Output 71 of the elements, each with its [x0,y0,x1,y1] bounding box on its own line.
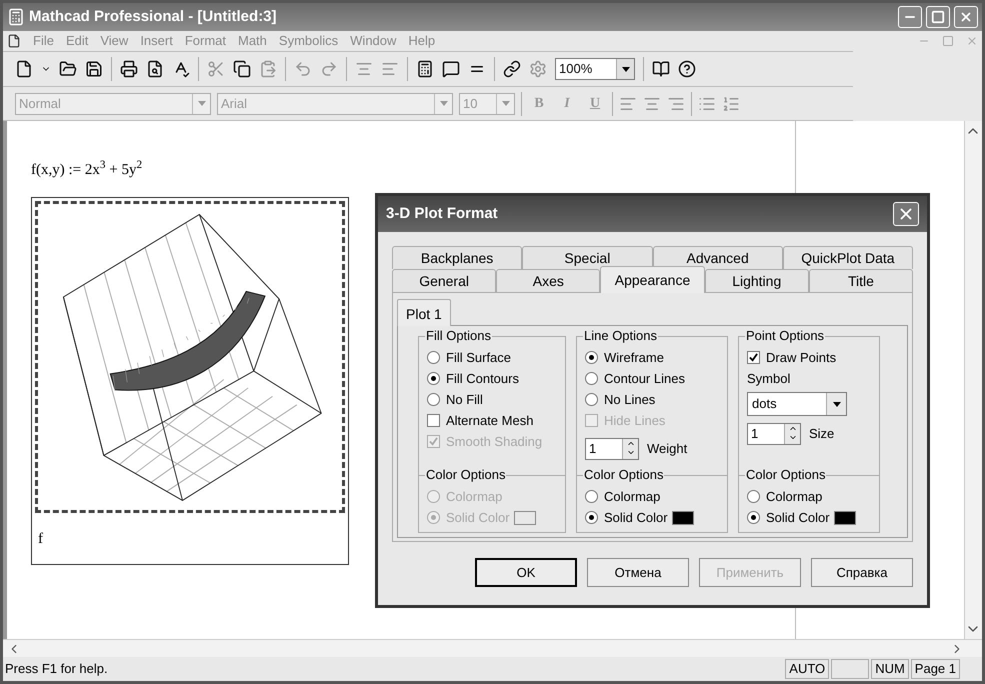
dialog-button[interactable]: Отмена [587,558,689,587]
spin-label: Weight [647,440,688,458]
status-panel: Page 1 [910,659,960,679]
symbol-label: Symbol [747,370,792,388]
new-file-icon[interactable] [15,60,33,78]
app-logo-icon [7,8,25,26]
radio-option[interactable]: Wireframe [585,347,719,368]
tab[interactable]: Lighting [704,269,809,292]
print-preview-icon[interactable] [146,60,164,78]
tab[interactable]: Appearance [600,266,705,293]
vertical-scrollbar[interactable] [964,121,982,639]
minimize-button[interactable] [898,6,922,28]
maximize-icon [931,10,945,24]
document-icon[interactable] [7,34,21,48]
tab[interactable]: Advanced [652,246,783,269]
dialog-title: 3-D Plot Format [386,204,499,224]
group-title: Point Options [745,328,826,344]
close-button[interactable] [954,6,978,28]
tab[interactable]: Plot 1 [397,299,451,326]
window-title: Mathcad Professional - [Untitled:3] [29,6,278,27]
tab[interactable]: Special [522,246,652,269]
color-swatch[interactable] [672,510,694,524]
tab[interactable]: Backplanes [392,246,522,269]
spin-field[interactable]: 1 [747,423,801,445]
help-icon[interactable] [678,60,696,78]
group-title: Color Options [425,467,506,483]
zoom-dropdown[interactable]: 100% [555,58,635,80]
open-folder-icon[interactable] [59,60,77,78]
tab[interactable]: General [392,269,496,292]
tab[interactable]: Axes [496,269,600,292]
horizontal-scrollbar[interactable] [3,639,982,657]
status-text: Press F1 for help. [5,660,109,678]
link-icon[interactable] [503,60,521,78]
plot-label: f [37,530,44,549]
spin-label: Size [809,425,834,444]
radio-option[interactable]: No Lines [585,389,719,410]
dropdown-arrow-icon[interactable] [622,66,630,72]
group-title: Color Options [583,467,664,483]
group-title: Color Options [745,467,826,483]
check-mark-icon [429,437,438,446]
radio-option[interactable]: Colormap [585,486,660,507]
radio-option[interactable]: Solid Color [747,507,830,528]
color-swatch[interactable] [834,510,856,524]
spin-field[interactable]: 1 [585,438,639,460]
formula: f(x,y) := 2x$^{3}$ + 5y$^{2}$ [31,161,144,179]
radio-option[interactable]: Fill Contours [427,368,557,389]
maximize-button[interactable] [926,6,950,28]
copy-icon[interactable] [233,60,251,78]
status-panel [831,659,870,679]
radio-option[interactable]: Fill Surface [427,347,557,368]
radio-option[interactable]: Contour Lines [585,368,719,389]
close-icon [959,10,973,24]
print-icon[interactable] [120,60,138,78]
checkbox-option[interactable]: Draw Points [747,347,871,368]
radio-option[interactable]: Colormap [747,486,822,507]
group-title: Line Options [583,328,658,344]
dialog-button[interactable]: Справка [811,558,913,587]
symbol-dropdown[interactable]: dots [747,392,847,416]
checkbox-option[interactable]: Alternate Mesh [427,410,557,431]
dialog-button[interactable]: OK [475,558,577,587]
radio-option[interactable]: No Fill [427,389,557,410]
status-panel: AUTO [785,659,830,679]
tab[interactable]: Title [808,269,914,292]
check-mark-icon [749,353,758,362]
dropdown-arrow-icon[interactable] [832,402,840,406]
radio-option[interactable]: Solid Color [585,507,668,528]
group-title: Fill Options [425,328,492,344]
close-button[interactable] [893,202,919,226]
save-icon[interactable] [85,60,103,78]
status-panel: NUM [871,659,909,679]
tab[interactable]: QuickPlot Data [782,246,913,269]
